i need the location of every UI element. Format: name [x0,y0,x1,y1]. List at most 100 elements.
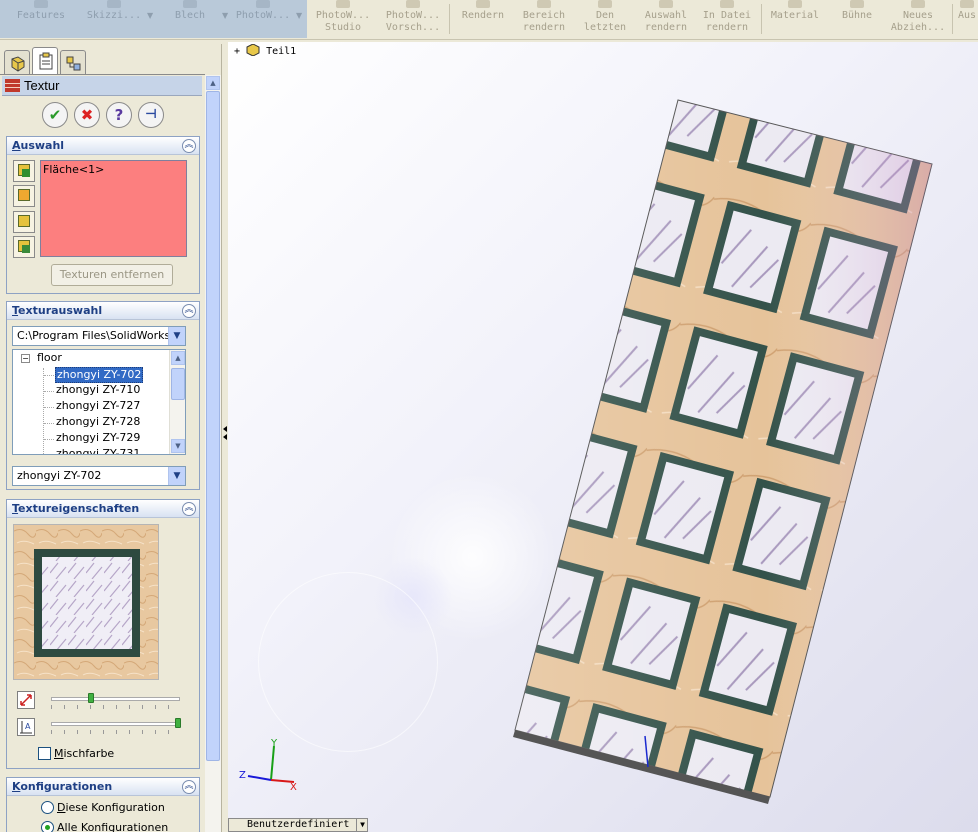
more-button[interactable]: Aus [956,0,978,38]
angle-slider[interactable] [51,722,180,726]
tab-skizze[interactable]: Skizzi... [84,0,144,38]
panel-scrollbar[interactable]: ▲ [205,75,221,832]
scroll-thumb[interactable] [206,91,220,761]
tab-features[interactable]: Features [12,0,70,38]
select-feature-icon[interactable] [13,185,35,207]
property-manager-panel: Textur ✔ ✖ ? ⊣ Auswahl ︽ Fläche<1> Textu… [0,44,222,832]
collapse-node-icon[interactable]: − [21,354,30,363]
help-icon: ? [114,106,124,124]
collapse-icon[interactable]: ︽ [182,780,196,794]
render-to-file-button[interactable]: In Datei rendern [698,0,756,38]
scroll-thumb[interactable] [171,368,185,400]
chevron-down-icon[interactable]: ▼ [356,818,368,832]
chevron-down-icon[interactable]: ▼ [168,327,185,345]
selection-item[interactable]: Fläche<1> [43,163,104,176]
render-button[interactable]: Rendern [455,0,511,38]
pin-button[interactable]: ⊣ [138,102,164,128]
tree-item[interactable]: zhongyi ZY-710 [56,383,140,399]
select-face-icon[interactable] [13,160,35,182]
textured-part-model[interactable] [228,42,978,832]
collapse-arrow-icon[interactable] [223,426,227,432]
ok-button[interactable]: ✔ [42,102,68,128]
scale-slider[interactable] [51,697,180,701]
group-textureigenschaften-header[interactable]: Textureigenschaften ︽ [7,500,199,518]
tree-folder[interactable]: floor [37,351,62,367]
mix-color-checkbox[interactable] [38,747,51,760]
tree-item-selected[interactable]: zhongyi ZY-702 [55,367,144,383]
configuration-tab-label[interactable]: Benutzerdefiniert [247,819,349,831]
tree-item[interactable]: zhongyi ZY-729 [56,431,140,447]
features-icon [34,0,48,8]
graphics-viewport[interactable]: + Teil1 Y X Z Benutzerdefiniert ▼ [228,42,978,832]
tree-scrollbar[interactable]: ▲ ▼ [169,350,185,454]
toolbar-separator [761,4,762,34]
tab-configuration-manager[interactable] [60,50,86,74]
property-manager-icon [39,52,53,70]
angle-slider-thumb[interactable] [175,718,181,728]
axis-y-label: Y [270,738,278,749]
scroll-down-icon[interactable]: ▼ [171,439,185,453]
more-icon [960,0,974,8]
collapse-arrow-icon[interactable] [223,434,227,440]
texture-path-select[interactable]: C:\Program Files\SolidWorks Ins ▼ [12,326,186,346]
help-button[interactable]: ? [106,102,132,128]
mix-color-label[interactable]: Mischfarbe [54,747,114,760]
group-konfigurationen: Konfigurationen ︽ Diese Konfiguration Al… [6,777,200,832]
chevron-down-icon[interactable]: ▼ [222,11,228,20]
decal-icon [911,0,925,8]
render-icon [476,0,490,8]
render-selection-icon [659,0,673,8]
sketch-icon [107,0,121,8]
select-body-icon[interactable] [13,211,35,233]
group-konfigurationen-header[interactable]: Konfigurationen ︽ [7,778,199,796]
this-configuration-label[interactable]: Diese Konfiguration [57,801,165,814]
scroll-up-icon[interactable]: ▲ [171,351,185,365]
photoworks-preview-button[interactable]: PhotoW... Vorsch... [380,0,446,38]
group-auswahl-header[interactable]: Auswahl ︽ [7,137,199,155]
tree-item[interactable]: zhongyi ZY-731 [56,447,140,454]
texture-name-select[interactable]: zhongyi ZY-702 ▼ [12,466,186,486]
collapse-icon[interactable]: ︽ [182,502,196,516]
configuration-manager-icon [66,56,81,71]
cancel-button[interactable]: ✖ [74,102,100,128]
sheetmetal-icon [183,0,197,8]
svg-text:A: A [25,722,31,731]
texture-preview-image [14,525,158,679]
collapse-icon[interactable]: ︽ [182,139,196,153]
scroll-up-icon[interactable]: ▲ [206,76,220,90]
render-area-button[interactable]: Bereich rendern [515,0,573,38]
scene-button[interactable]: Bühne [830,0,884,38]
group-texturauswahl-header[interactable]: Texturauswahl ︽ [7,302,199,320]
render-last-button[interactable]: Den letzten [577,0,633,38]
scene-icon [850,0,864,8]
radio-all-configurations[interactable] [41,821,54,832]
property-manager-title: Textur [2,76,202,96]
new-decal-button[interactable]: Neues Abzieh... [888,0,948,38]
group-texturauswahl: Texturauswahl ︽ C:\Program Files\SolidWo… [6,301,200,490]
scale-icon [17,691,35,709]
texture-preview [13,524,159,680]
scale-slider-thumb[interactable] [88,693,95,703]
material-button[interactable]: Material [766,0,824,38]
tab-photoworks[interactable]: PhotoW... [232,0,294,38]
radio-this-configuration[interactable] [41,801,54,814]
chevron-down-icon[interactable]: ▼ [168,467,185,485]
remove-textures-button[interactable]: Texturen entfernen [51,264,173,286]
selection-list[interactable]: Fläche<1> [40,160,187,257]
texture-tree[interactable]: − floor zhongyi ZY-702 zhongyi ZY-710 zh… [12,349,186,455]
select-part-icon[interactable] [13,236,35,258]
chevron-down-icon[interactable]: ▼ [296,11,302,20]
all-configurations-label[interactable]: Alle Konfigurationen [57,821,168,832]
tab-property-manager[interactable] [32,47,58,75]
tree-item[interactable]: zhongyi ZY-727 [56,399,140,415]
tab-blech[interactable]: Blech [168,0,212,38]
render-selection-button[interactable]: Auswahl rendern [637,0,695,38]
configuration-tab[interactable]: Benutzerdefiniert ▼ [228,818,368,832]
chevron-down-icon[interactable]: ▼ [147,11,153,20]
group-textureigenschaften: Textureigenschaften ︽ A Mischfarbe [6,499,200,769]
tree-item[interactable]: zhongyi ZY-728 [56,415,140,431]
collapse-icon[interactable]: ︽ [182,304,196,318]
photoworks-studio-button[interactable]: PhotoW... Studio [310,0,376,38]
group-auswahl: Auswahl ︽ Fläche<1> Texturen entfernen [6,136,200,294]
tab-feature-tree[interactable] [4,50,30,74]
